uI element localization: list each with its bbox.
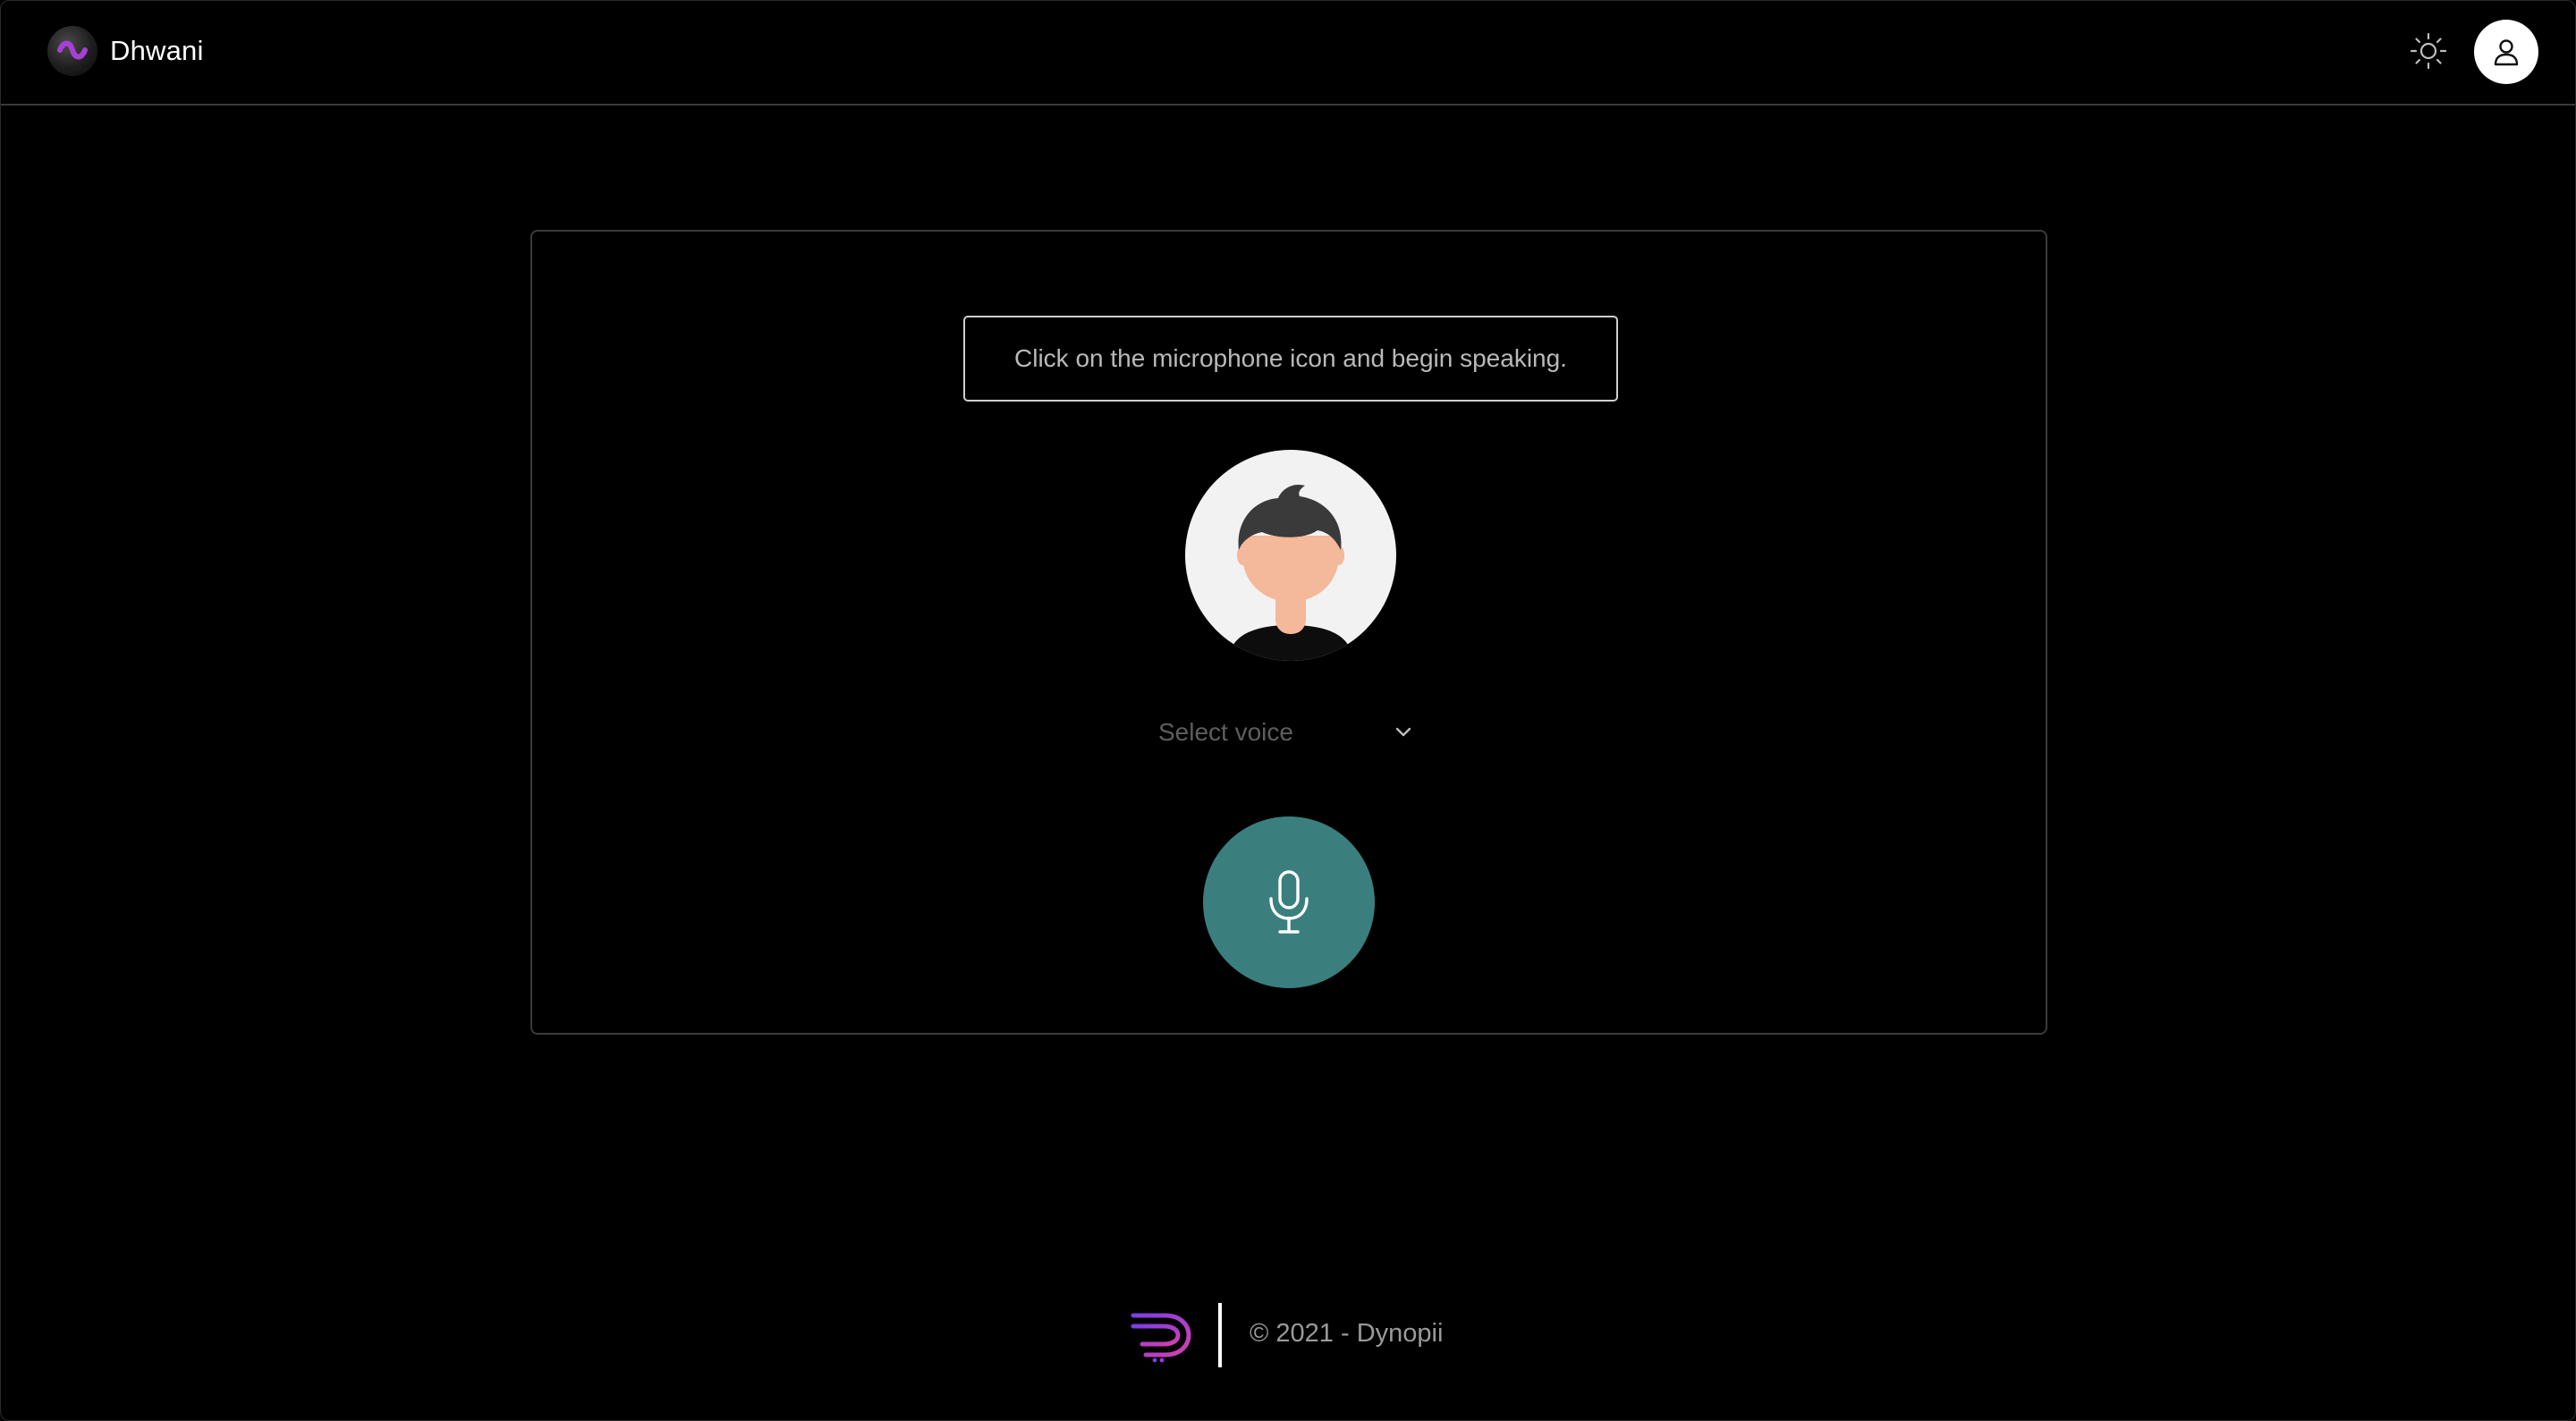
user-icon (2494, 39, 2519, 66)
voice-select-dropdown[interactable]: Select voice (1158, 711, 1423, 754)
copyright-text: © 2021 - Dynopii (1250, 1319, 1444, 1348)
footer: © 2021 - Dynopii (1, 1299, 2575, 1371)
footer-divider (1218, 1303, 1222, 1367)
speech-card: Click on the microphone icon and begin s… (530, 230, 2047, 1035)
app-name: Dhwani (110, 35, 204, 66)
dhwani-logo-icon (47, 26, 97, 76)
person-avatar-icon (1185, 450, 1396, 661)
instruction-box: Click on the microphone icon and begin s… (963, 316, 1618, 402)
microphone-icon (1269, 870, 1309, 934)
dynopii-logo-icon (1131, 1313, 1191, 1363)
top-navbar: Dhwani (1, 1, 2575, 106)
voice-select-placeholder: Select voice (1158, 718, 1293, 746)
microphone-button[interactable] (1203, 816, 1375, 988)
brand-link[interactable]: Dhwani (47, 25, 204, 77)
app-window: Dhwani Click on the microphone icon and … (0, 0, 2576, 1421)
theme-toggle-button[interactable] (2407, 30, 2450, 72)
user-profile-button[interactable] (2474, 20, 2538, 84)
chevron-down-icon (1395, 727, 1411, 737)
sun-icon (2410, 32, 2447, 70)
